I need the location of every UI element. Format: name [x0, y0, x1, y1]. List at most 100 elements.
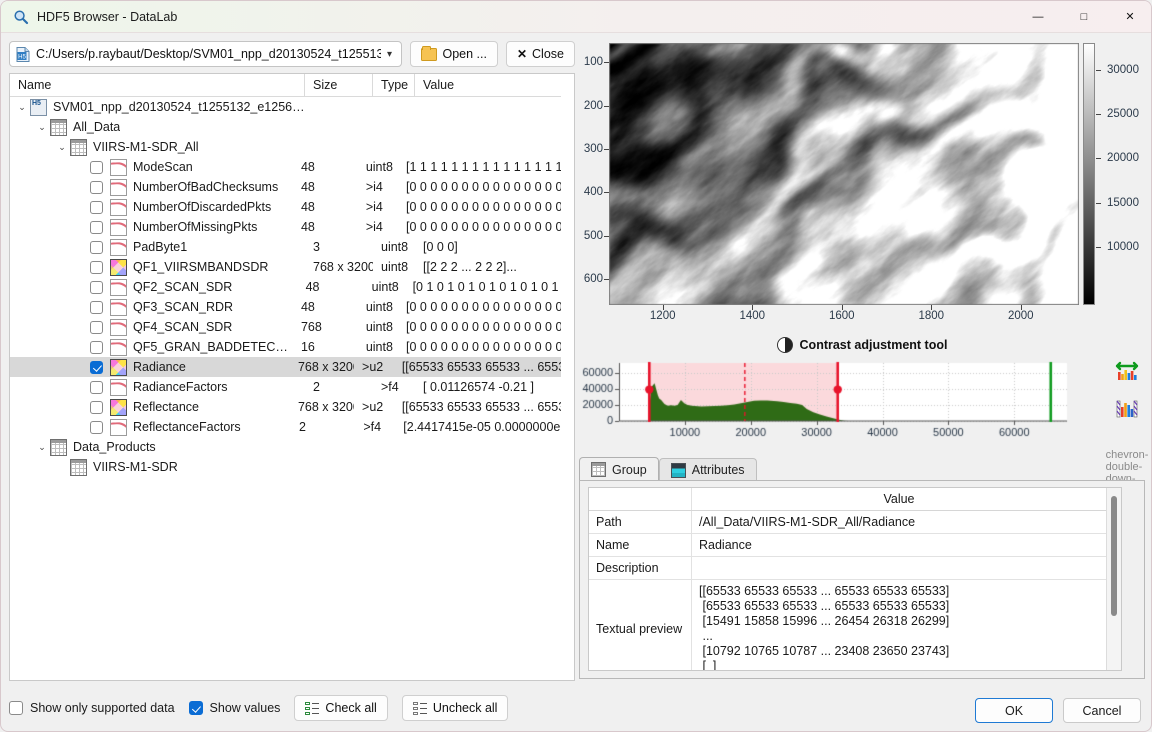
signal-icon: [110, 298, 127, 316]
close-file-button[interactable]: ✕ Close: [505, 41, 575, 67]
column-header-type[interactable]: Type: [373, 74, 415, 96]
histogram-fit-icon[interactable]: [1115, 361, 1139, 386]
table-row[interactable]: QF5_GRAN_BADDETECTOR 16 uint8 [0 0 0 0 0 0 …: [10, 337, 574, 357]
contrast-icon: [776, 337, 793, 353]
table-row[interactable]: NumberOfDiscardedPkts 48 >i4 [0 0 0 0 0 0 0…: [10, 197, 574, 217]
tree-item-checkbox[interactable]: [90, 420, 103, 434]
tree-item-name-cell: NumberOfDiscardedPkts: [10, 198, 293, 216]
tree-item-name-cell: QF5_GRAN_BADDETECTOR: [10, 338, 293, 356]
x-axis-tick: [662, 305, 664, 310]
histogram-range-icon[interactable]: [1115, 398, 1139, 423]
tree-item-label: QF5_GRAN_BADDETECTOR: [133, 340, 293, 354]
tree-item-label: NumberOfMissingPkts: [133, 220, 258, 234]
window-controls: — □ ✕: [1015, 1, 1151, 33]
image-preview-plot[interactable]: 100 200 300 400 500 600 1200 1400 1600 1800 2000 …: [579, 37, 1145, 333]
ok-button[interactable]: OK: [975, 698, 1053, 723]
column-header-name[interactable]: Name: [10, 74, 305, 96]
tree-item-size-cell: 768: [300, 320, 322, 334]
tab-group-label: Group: [612, 462, 647, 477]
tree-item-checkbox[interactable]: [90, 160, 103, 174]
table-row[interactable]: ⌄ Data_Products: [10, 437, 574, 457]
table-row[interactable]: ⌄ VIIRS-M1-SDR_All: [10, 137, 574, 157]
table-row[interactable]: QF3_SCAN_RDR 48 uint8 [0 0 0 0 0 0 0 0 0 0 …: [10, 297, 574, 317]
colorbar-tick: [1096, 69, 1101, 71]
tree-item-size-cell: 48: [300, 180, 315, 194]
tree-item-name-cell: QF4_SCAN_SDR: [10, 318, 293, 336]
tree-scrollbar[interactable]: [561, 74, 574, 680]
tree-item-checkbox[interactable]: [90, 220, 103, 234]
tree-item-checkbox[interactable]: [90, 280, 103, 294]
column-header-size[interactable]: Size: [305, 74, 373, 96]
tree-item-checkbox[interactable]: [90, 380, 103, 394]
table-row[interactable]: VIIRS-M1-SDR: [10, 457, 574, 477]
chevron-down-icon[interactable]: ⌄: [54, 142, 70, 153]
tree-item-checkbox[interactable]: [90, 180, 103, 194]
tree-item-checkbox[interactable]: [90, 360, 103, 374]
show-only-supported-checkbox[interactable]: [9, 701, 23, 715]
tree-item-size-cell: 16: [300, 340, 315, 354]
open-button[interactable]: Open ...: [410, 41, 498, 67]
tree-item-label: NumberOfDiscardedPkts: [133, 200, 272, 214]
group-icon: [50, 118, 67, 136]
hdf5-browser-window: HDF5 Browser - DataLab — □ ✕ H5 C:/Users…: [0, 0, 1152, 732]
table-row[interactable]: NumberOfMissingPkts 48 >i4 [0 0 0 0 0 0 0 0…: [10, 217, 574, 237]
table-row[interactable]: NumberOfBadChecksums 48 >i4 [0 0 0 0 0 0 0 …: [10, 177, 574, 197]
tab-attributes[interactable]: Attributes: [658, 458, 757, 481]
column-header-value[interactable]: Value: [415, 74, 574, 96]
chevron-down-icon[interactable]: ⌄: [34, 442, 50, 453]
table-row[interactable]: QF4_SCAN_SDR 768 uint8 [0 0 0 0 0 0 0 0 0 0…: [10, 317, 574, 337]
tree-item-size-cell: 768 x 3200: [297, 400, 355, 414]
file-path-combobox[interactable]: H5 C:/Users/p.raybaut/Desktop/SVM01_npp_…: [9, 41, 403, 67]
tab-attributes-label: Attributes: [691, 463, 745, 477]
tree-item-checkbox[interactable]: [90, 240, 103, 254]
tree-item-checkbox[interactable]: [90, 340, 103, 354]
show-values-checkbox[interactable]: [188, 701, 203, 715]
table-row[interactable]: Reflectance 768 x 3200 >u2 [[65533 65533 65…: [10, 397, 574, 417]
chevron-down-icon[interactable]: ⌄: [14, 102, 30, 113]
group-icon: [70, 138, 87, 156]
signal-icon: [110, 218, 127, 236]
tree-item-size-cell: 3: [313, 240, 320, 254]
table-row[interactable]: QF2_SCAN_SDR 48 uint8 [0 1 0 1 0 1 0 1 0 1 …: [10, 277, 574, 297]
show-values-row[interactable]: Show values: [188, 701, 280, 715]
close-button[interactable]: ✕: [1107, 1, 1151, 33]
table-row[interactable]: ⌄ SVM01_npp_d20130524_t1255132_e1256374_.…: [10, 97, 574, 117]
tab-group[interactable]: Group: [579, 457, 659, 481]
table-row[interactable]: PadByte1 3 uint8 [0 0 0]: [10, 237, 574, 257]
attributes-icon: [670, 462, 686, 478]
tree-item-name-cell: RadianceFactors: [10, 378, 305, 396]
signal-icon: [110, 338, 127, 356]
signal-icon: [110, 158, 127, 176]
table-row[interactable]: Radiance 768 x 3200 >u2 [[65533 65533 65533…: [10, 357, 574, 377]
minimize-button[interactable]: —: [1015, 1, 1061, 33]
tree-item-checkbox[interactable]: [90, 300, 103, 314]
chevron-down-icon[interactable]: ⌄: [34, 122, 50, 133]
table-row[interactable]: QF1_VIIRSMBANDSDR 768 x 3200 uint8 [[2 2 2 …: [10, 257, 574, 277]
group-table-scrollbar[interactable]: [1106, 488, 1121, 670]
colorbar-tick: [1096, 202, 1101, 204]
group-table-key: Textual preview: [589, 580, 692, 670]
colorbar-tick-label: 25000: [1107, 108, 1139, 121]
x-axis-tick: [752, 305, 754, 310]
tree-item-checkbox[interactable]: [90, 400, 103, 414]
y-axis-tick: [604, 149, 609, 151]
cancel-button[interactable]: Cancel: [1063, 698, 1141, 723]
tree-item-checkbox[interactable]: [90, 200, 103, 214]
show-only-supported-row[interactable]: Show only supported data: [9, 701, 175, 715]
table-row[interactable]: RadianceFactors 2 >f4 [ 0.01126574 -0.21 ]: [10, 377, 574, 397]
chevron-down-icon[interactable]: ▾: [381, 49, 397, 60]
tree-item-checkbox[interactable]: [90, 320, 103, 334]
image-canvas[interactable]: [609, 43, 1079, 305]
image-icon: [110, 258, 127, 276]
uncheck-all-button[interactable]: Uncheck all: [401, 695, 509, 721]
tree-item-checkbox[interactable]: [90, 260, 103, 274]
table-row[interactable]: ModeScan 48 uint8 [1 1 1 1 1 1 1 1 1 1 1 1 …: [10, 157, 574, 177]
tree-item-val-cell: [[65533 65533 65533 ... 65533 ...: [401, 400, 574, 414]
contrast-histogram[interactable]: chevron-double-down-icon: [579, 355, 1148, 497]
tree-item-name-cell: QF2_SCAN_SDR: [10, 278, 298, 296]
table-row[interactable]: ⌄ All_Data: [10, 117, 574, 137]
table-row[interactable]: ReflectanceFactors 2 >f4 [2.4417415e-05 0.0…: [10, 417, 574, 437]
maximize-button[interactable]: □: [1061, 1, 1107, 33]
check-all-button[interactable]: Check all: [294, 695, 388, 721]
group-table-scroll-thumb[interactable]: [1111, 496, 1117, 616]
